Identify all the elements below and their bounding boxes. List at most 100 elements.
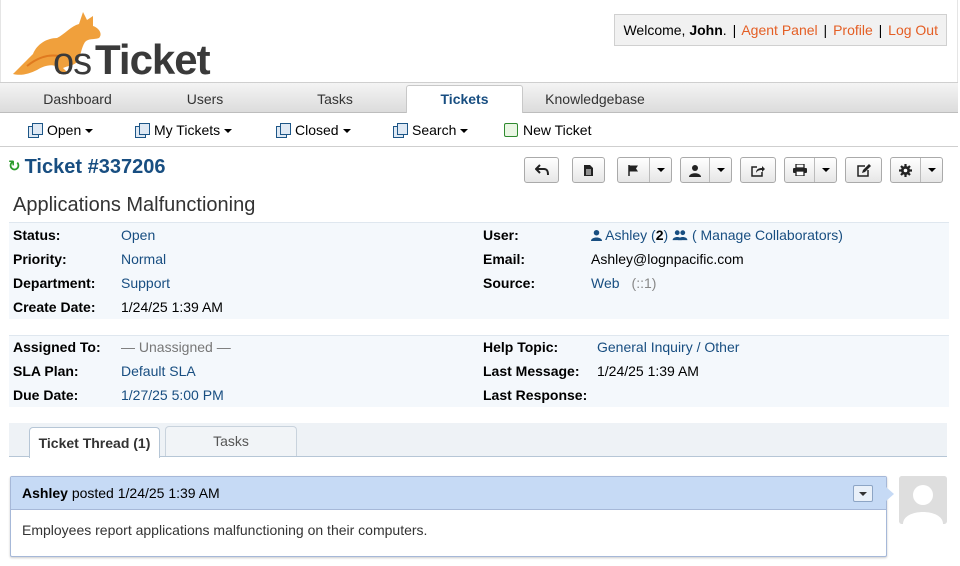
post-note-button[interactable] xyxy=(572,157,605,183)
transfer-icon xyxy=(751,165,765,177)
logo-os: os xyxy=(53,41,91,78)
user-icon xyxy=(591,229,602,241)
separator: | xyxy=(732,22,737,38)
tab-tasks-thread[interactable]: Tasks xyxy=(165,426,297,456)
separator: | xyxy=(878,22,883,38)
welcome-suffix: . xyxy=(722,22,727,38)
manage-collaborators-link[interactable]: ( Manage Collaborators) xyxy=(692,227,843,243)
refresh-icon[interactable]: ↻ xyxy=(8,158,21,175)
tab-users[interactable]: Users xyxy=(150,83,260,113)
user-label: User: xyxy=(483,227,519,243)
osticket-logo[interactable]: os Ticket xyxy=(7,4,212,83)
separator: | xyxy=(823,22,828,38)
source-value[interactable]: Web xyxy=(591,275,620,291)
department-value[interactable]: Support xyxy=(121,275,170,291)
logout-link[interactable]: Log Out xyxy=(888,22,938,38)
copy-icon xyxy=(276,123,291,138)
flag-button[interactable] xyxy=(617,157,672,183)
ticket-number: Ticket #337206 xyxy=(24,156,166,178)
copy-icon xyxy=(28,123,43,138)
subnav-search[interactable]: Search xyxy=(393,113,469,147)
tab-ticket-thread[interactable]: Ticket Thread (1) xyxy=(29,427,160,458)
copy-icon xyxy=(135,123,150,138)
copy-icon xyxy=(393,123,408,138)
new-ticket-icon xyxy=(504,123,518,137)
subnav-new-ticket-label: New Ticket xyxy=(523,122,592,138)
collaborators-icon xyxy=(672,230,688,241)
reply-button[interactable] xyxy=(524,157,559,183)
create-date-label: Create Date: xyxy=(13,299,96,315)
status-value[interactable]: Open xyxy=(121,227,155,243)
tab-dashboard[interactable]: Dashboard xyxy=(10,83,145,113)
chevron-down-icon xyxy=(821,168,830,172)
ticket-title[interactable]: ↻ Ticket #337206 xyxy=(8,156,165,179)
entry-author: Ashley xyxy=(22,485,68,501)
subnav-closed[interactable]: Closed xyxy=(276,113,351,147)
profile-link[interactable]: Profile xyxy=(833,22,873,38)
status-row: Status: xyxy=(13,223,60,247)
user-ticket-count: 2 xyxy=(655,227,664,243)
note-icon xyxy=(584,164,593,176)
thread-tabs: Ticket Thread (1) Tasks xyxy=(9,423,947,458)
help-topic-label: Help Topic: xyxy=(483,339,559,355)
reply-icon xyxy=(534,164,549,176)
due-date-label: Due Date: xyxy=(13,387,79,403)
last-message-value: 1/24/25 1:39 AM xyxy=(597,363,699,379)
welcome-bar: Welcome, John. | Agent Panel | Profile |… xyxy=(614,14,947,46)
user-value-row: Ashley (2) ( Manage Collaborators) xyxy=(591,223,843,247)
transfer-button[interactable] xyxy=(740,157,776,183)
subnav-my-tickets-label: My Tickets xyxy=(154,122,221,138)
subnav-my-tickets[interactable]: My Tickets xyxy=(135,113,233,147)
ticket-subject: Applications Malfunctioning xyxy=(13,194,256,216)
create-date-value: 1/24/25 1:39 AM xyxy=(121,299,223,315)
tab-tickets[interactable]: Tickets xyxy=(406,85,523,115)
priority-label: Priority: xyxy=(13,251,67,267)
main-nav: Dashboard Users Tasks Tickets Knowledgeb… xyxy=(0,82,958,115)
user-icon xyxy=(689,164,701,177)
entry-options-button[interactable] xyxy=(853,485,873,502)
subnav-closed-label: Closed xyxy=(295,122,339,138)
subnav-open-label: Open xyxy=(47,122,82,138)
user-name-link[interactable]: Ashley xyxy=(605,227,647,243)
last-message-label: Last Message: xyxy=(483,363,580,379)
last-response-label: Last Response: xyxy=(483,387,588,403)
entry-posted: posted 1/24/25 1:39 AM xyxy=(71,485,220,501)
user-count-close: ) xyxy=(663,227,669,243)
source-ip: (::1) xyxy=(631,275,657,291)
more-button[interactable] xyxy=(890,157,943,183)
thread-entry-header: Ashley posted 1/24/25 1:39 AM xyxy=(11,477,894,510)
welcome-prefix: Welcome, xyxy=(623,22,690,38)
help-topic-value[interactable]: General Inquiry / Other xyxy=(597,339,739,355)
header: os Ticket Welcome, John. | Agent Panel |… xyxy=(0,0,958,83)
sla-label: SLA Plan: xyxy=(13,363,79,379)
chevron-down-icon xyxy=(656,168,665,172)
chevron-down-icon xyxy=(716,168,725,172)
tab-knowledgebase[interactable]: Knowledgebase xyxy=(534,83,656,113)
chevron-down-icon xyxy=(927,168,936,172)
sla-value[interactable]: Default SLA xyxy=(121,363,196,379)
edit-icon xyxy=(856,163,871,177)
flag-icon xyxy=(628,164,638,176)
svg-text:Ticket: Ticket xyxy=(95,36,211,78)
entry-body: Employees report applications malfunctio… xyxy=(22,522,428,538)
subnav-open[interactable]: Open xyxy=(28,113,94,147)
print-icon xyxy=(792,164,807,176)
thread-entry: Ashley posted 1/24/25 1:39 AM Employees … xyxy=(10,476,894,557)
print-button[interactable] xyxy=(784,157,837,183)
avatar xyxy=(899,476,947,524)
priority-value[interactable]: Normal xyxy=(121,251,166,267)
chevron-down-icon xyxy=(342,129,351,133)
subnav-new-ticket[interactable]: New Ticket xyxy=(504,113,591,147)
chevron-down-icon xyxy=(85,129,94,133)
agent-panel-link[interactable]: Agent Panel xyxy=(741,22,817,38)
email-label: Email: xyxy=(483,251,526,267)
email-value: Ashley@lognpacific.com xyxy=(591,251,744,267)
assigned-value[interactable]: — Unassigned — xyxy=(121,339,231,355)
sub-nav: Open My Tickets Closed Search New Ticket xyxy=(0,113,958,147)
chevron-down-icon xyxy=(460,129,469,133)
assign-button[interactable] xyxy=(680,157,732,183)
due-date-value[interactable]: 1/27/25 5:00 PM xyxy=(121,387,224,403)
tab-tasks[interactable]: Tasks xyxy=(280,83,390,113)
edit-button[interactable] xyxy=(845,157,882,183)
source-label: Source: xyxy=(483,275,536,291)
